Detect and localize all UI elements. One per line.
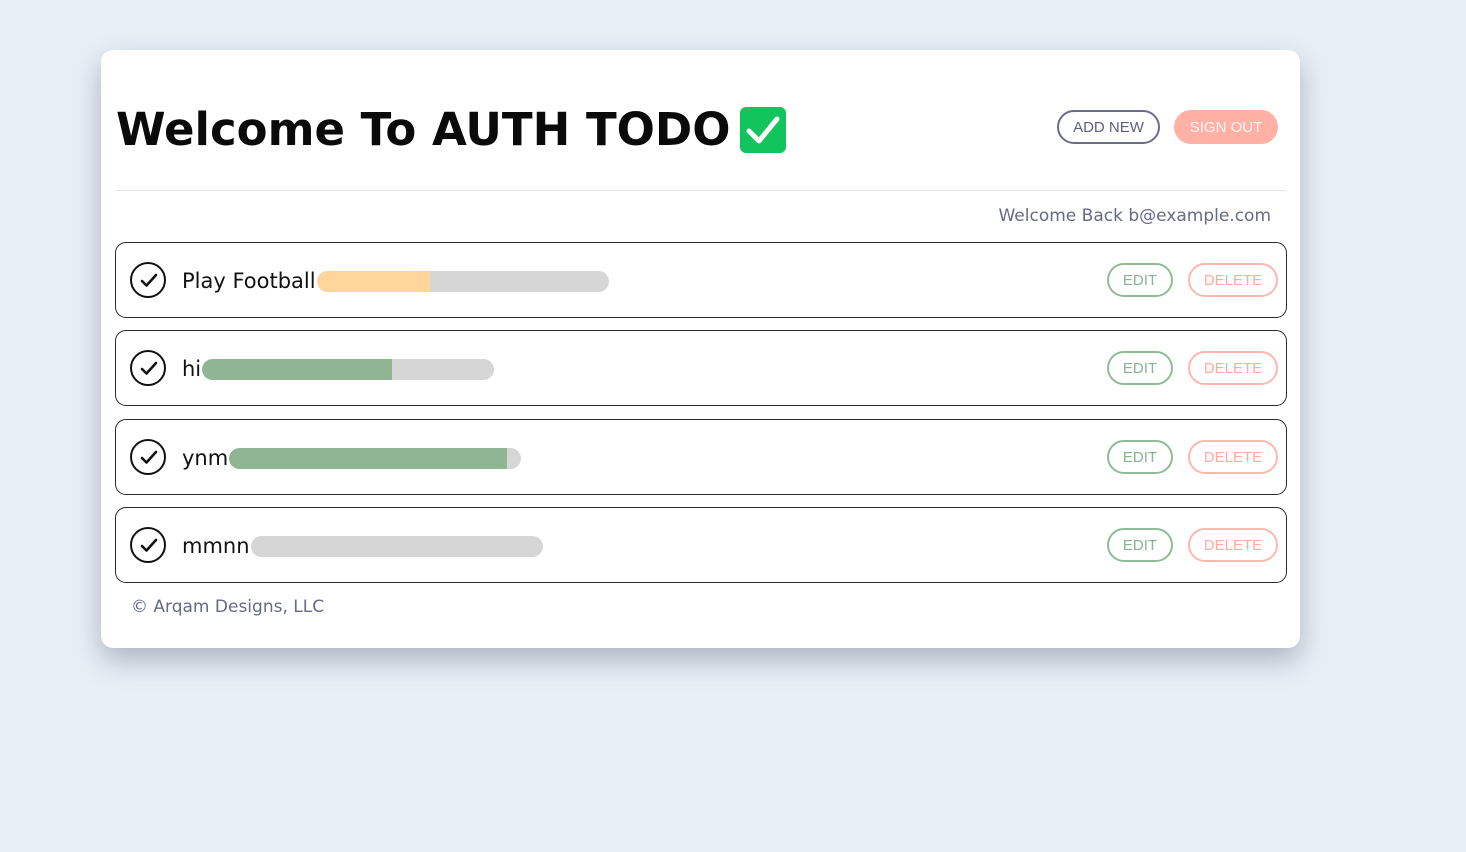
sign-out-button[interactable]: SIGN OUT xyxy=(1174,110,1278,144)
progress-fill xyxy=(229,447,507,469)
todo-item: Play Football EDIT DELETE xyxy=(115,242,1287,318)
complete-check-icon[interactable] xyxy=(130,350,166,386)
delete-button[interactable]: DELETE xyxy=(1188,263,1278,297)
todo-text: mmnn xyxy=(182,534,250,558)
edit-button[interactable]: EDIT xyxy=(1107,528,1173,562)
delete-button[interactable]: DELETE xyxy=(1188,440,1278,474)
progress-bar xyxy=(202,358,495,380)
todo-card: Welcome To AUTH TODO ADD NEW SIGN OUT We… xyxy=(101,50,1300,648)
add-new-button[interactable]: ADD NEW xyxy=(1057,110,1160,144)
progress-bar xyxy=(316,270,609,292)
todo-text: Play Football xyxy=(182,269,316,293)
todo-text: ynm xyxy=(182,446,229,470)
todo-item: ynm EDIT DELETE xyxy=(115,419,1287,495)
welcome-back-text: Welcome Back b@example.com xyxy=(998,206,1271,226)
header-divider xyxy=(116,190,1286,191)
delete-button[interactable]: DELETE xyxy=(1188,528,1278,562)
todo-label: Play Football xyxy=(182,267,609,295)
delete-button[interactable]: DELETE xyxy=(1188,351,1278,385)
footer-copyright: © Arqam Designs, LLC xyxy=(131,597,325,617)
todo-text: hi xyxy=(182,357,202,381)
complete-check-icon[interactable] xyxy=(130,262,166,298)
page-title: Welcome To AUTH TODO xyxy=(116,102,786,158)
edit-button[interactable]: EDIT xyxy=(1107,351,1173,385)
todo-label: ynm xyxy=(182,444,522,472)
edit-button[interactable]: EDIT xyxy=(1107,263,1173,297)
complete-check-icon[interactable] xyxy=(130,527,166,563)
page-title-text: Welcome To AUTH TODO xyxy=(116,103,731,156)
todo-label: hi xyxy=(182,355,495,383)
progress-fill xyxy=(316,270,431,292)
check-mark-icon xyxy=(739,107,786,153)
edit-button[interactable]: EDIT xyxy=(1107,440,1173,474)
complete-check-icon[interactable] xyxy=(130,439,166,475)
todo-label: mmnn xyxy=(182,532,543,560)
todo-item: mmnn EDIT DELETE xyxy=(115,507,1287,583)
todo-item: hi EDIT DELETE xyxy=(115,330,1287,406)
progress-fill xyxy=(202,358,392,380)
progress-bar xyxy=(250,535,543,557)
progress-bar xyxy=(229,447,522,469)
